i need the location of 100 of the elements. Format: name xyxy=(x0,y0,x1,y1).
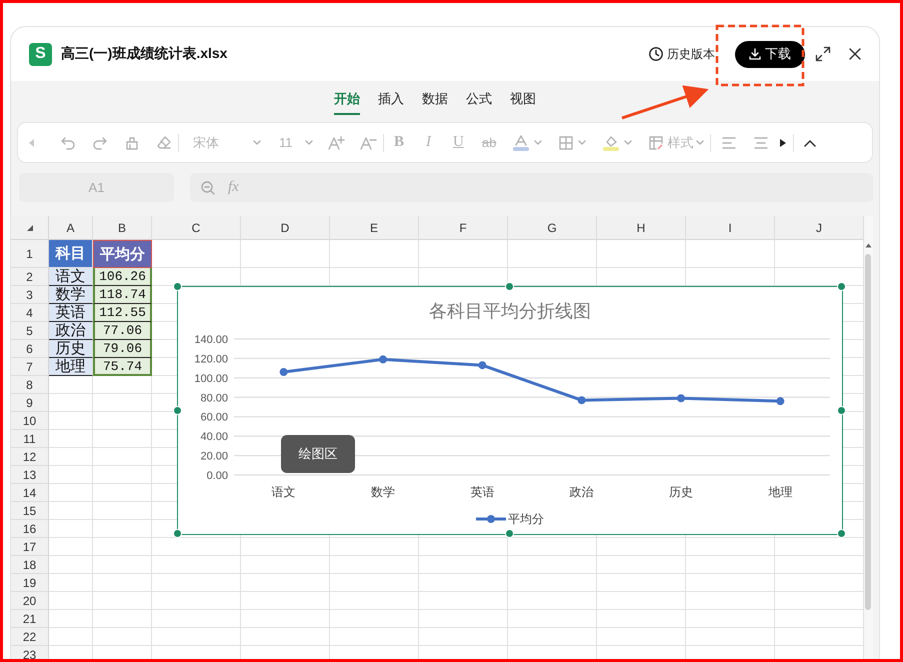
table-cell[interactable]: 英语 xyxy=(49,304,93,322)
data-point xyxy=(280,368,288,376)
row-header[interactable]: 22 xyxy=(11,628,49,646)
row-header[interactable]: 23 xyxy=(11,646,49,659)
data-point xyxy=(776,397,784,406)
tooltip: 绘图区 xyxy=(281,435,355,473)
caret-icon xyxy=(624,140,632,145)
column-header[interactable]: I xyxy=(686,216,775,240)
table-cell[interactable]: 75.74 xyxy=(93,358,152,376)
table-cell[interactable]: 77.06 xyxy=(93,322,152,340)
y-axis-label: 140.00 xyxy=(194,334,228,346)
y-axis-label: 40.00 xyxy=(200,431,228,444)
row-header[interactable]: 2 xyxy=(11,268,49,286)
row-header[interactable]: 4 xyxy=(11,304,49,322)
table-style-icon xyxy=(648,134,664,150)
row-header[interactable]: 20 xyxy=(11,592,49,610)
x-axis-label: 地理 xyxy=(768,485,792,499)
row-header[interactable]: 21 xyxy=(11,610,49,628)
column-header[interactable]: B xyxy=(93,216,152,240)
y-axis-label: 80.00 xyxy=(200,392,228,404)
row-header[interactable]: 14 xyxy=(11,484,49,502)
resize-handle[interactable] xyxy=(837,529,846,538)
history-version-button[interactable]: 历史版本 xyxy=(648,46,715,62)
row-header[interactable]: 10 xyxy=(11,412,49,430)
row-header[interactable]: 6 xyxy=(11,340,49,358)
table-cell[interactable]: 79.06 xyxy=(93,340,152,358)
row-header[interactable]: 7 xyxy=(11,358,49,376)
ribbon-tab[interactable]: 公式 xyxy=(466,90,492,115)
clock-icon xyxy=(648,46,664,62)
table-cell[interactable]: 106.26 xyxy=(93,268,152,286)
file-title: 高三(一)班成绩统计表.xlsx xyxy=(61,45,228,63)
scroll-up-icon[interactable] xyxy=(865,243,872,248)
table-cell[interactable]: 政治 xyxy=(49,322,93,340)
resize-handle[interactable] xyxy=(837,406,846,414)
table-cell[interactable]: 118.74 xyxy=(93,286,152,304)
header-cell[interactable]: 科目 xyxy=(49,240,93,268)
caret-icon xyxy=(305,140,313,145)
x-axis-label: 数学 xyxy=(371,485,395,499)
legend-label: 平均分 xyxy=(508,512,544,526)
column-header[interactable]: F xyxy=(419,216,508,240)
x-axis-label: 语文 xyxy=(272,485,296,499)
function-label: fx xyxy=(228,179,239,196)
resize-handle[interactable] xyxy=(505,529,514,538)
column-header[interactable]: J xyxy=(775,216,864,240)
data-point xyxy=(478,361,486,370)
row-header[interactable]: 11 xyxy=(11,430,49,448)
caret-icon xyxy=(696,140,704,145)
download-button[interactable]: 下载 xyxy=(735,40,805,68)
scrollbar-thumb[interactable] xyxy=(865,254,871,610)
y-axis-label: 60.00 xyxy=(200,412,228,424)
row-header[interactable]: 12 xyxy=(11,448,49,466)
font-color-icon[interactable] xyxy=(512,134,530,152)
column-header[interactable]: D xyxy=(241,216,330,240)
collapse-icon[interactable] xyxy=(804,138,816,146)
row-header[interactable]: 15 xyxy=(11,502,49,520)
row-header[interactable]: 18 xyxy=(11,556,49,574)
column-header[interactable]: E xyxy=(330,216,419,240)
y-axis-label: 120.00 xyxy=(194,353,228,366)
row-header[interactable]: 19 xyxy=(11,574,49,592)
row-header[interactable]: 3 xyxy=(11,286,49,304)
row-header[interactable]: 9 xyxy=(11,394,49,412)
select-all-corner-icon[interactable] xyxy=(26,224,34,232)
chart-title: 各科目平均分折线图 xyxy=(429,301,591,321)
row-header[interactable]: 8 xyxy=(11,376,49,394)
table-cell[interactable]: 历史 xyxy=(49,340,93,358)
row-header[interactable]: 17 xyxy=(11,538,49,556)
fill-color-icon[interactable] xyxy=(602,134,620,152)
row-header[interactable]: 16 xyxy=(11,520,49,538)
ribbon-tab[interactable]: 开始 xyxy=(334,90,360,115)
ribbon-tab[interactable]: 插入 xyxy=(378,90,404,115)
ribbon-tab[interactable]: 数据 xyxy=(422,90,448,115)
column-header[interactable]: H xyxy=(597,216,686,240)
column-header[interactable]: G xyxy=(508,216,597,240)
ribbon-tab[interactable]: 视图 xyxy=(510,90,536,115)
row-header[interactable]: 1 xyxy=(11,240,49,268)
table-cell[interactable]: 语文 xyxy=(49,268,93,286)
y-axis-label: 0.00 xyxy=(206,470,228,482)
legend-marker-icon xyxy=(476,515,506,523)
row-header[interactable]: 5 xyxy=(11,322,49,340)
expand-icon[interactable] xyxy=(815,46,831,62)
header-cell[interactable]: 平均分 xyxy=(93,240,152,268)
column-header[interactable]: A xyxy=(49,216,93,240)
table-cell[interactable]: 112.55 xyxy=(93,304,152,322)
data-point xyxy=(677,394,685,402)
row-header[interactable]: 13 xyxy=(11,466,49,484)
y-axis-label: 100.00 xyxy=(194,372,228,385)
close-icon[interactable] xyxy=(849,48,861,60)
right-triangle-icon[interactable] xyxy=(779,138,788,148)
caret-icon xyxy=(253,140,261,145)
column-header[interactable]: C xyxy=(152,216,241,240)
caret-icon xyxy=(578,140,586,145)
table-cell[interactable]: 地理 xyxy=(49,358,93,376)
caret-icon xyxy=(534,140,542,145)
y-axis-label: 20.00 xyxy=(200,450,228,463)
download-icon xyxy=(749,48,761,60)
spreadsheet-app-icon: S xyxy=(29,42,52,66)
data-point xyxy=(578,396,586,404)
resize-handle[interactable] xyxy=(505,282,514,291)
table-cell[interactable]: 数学 xyxy=(49,286,93,304)
x-axis-label: 英语 xyxy=(470,485,494,499)
